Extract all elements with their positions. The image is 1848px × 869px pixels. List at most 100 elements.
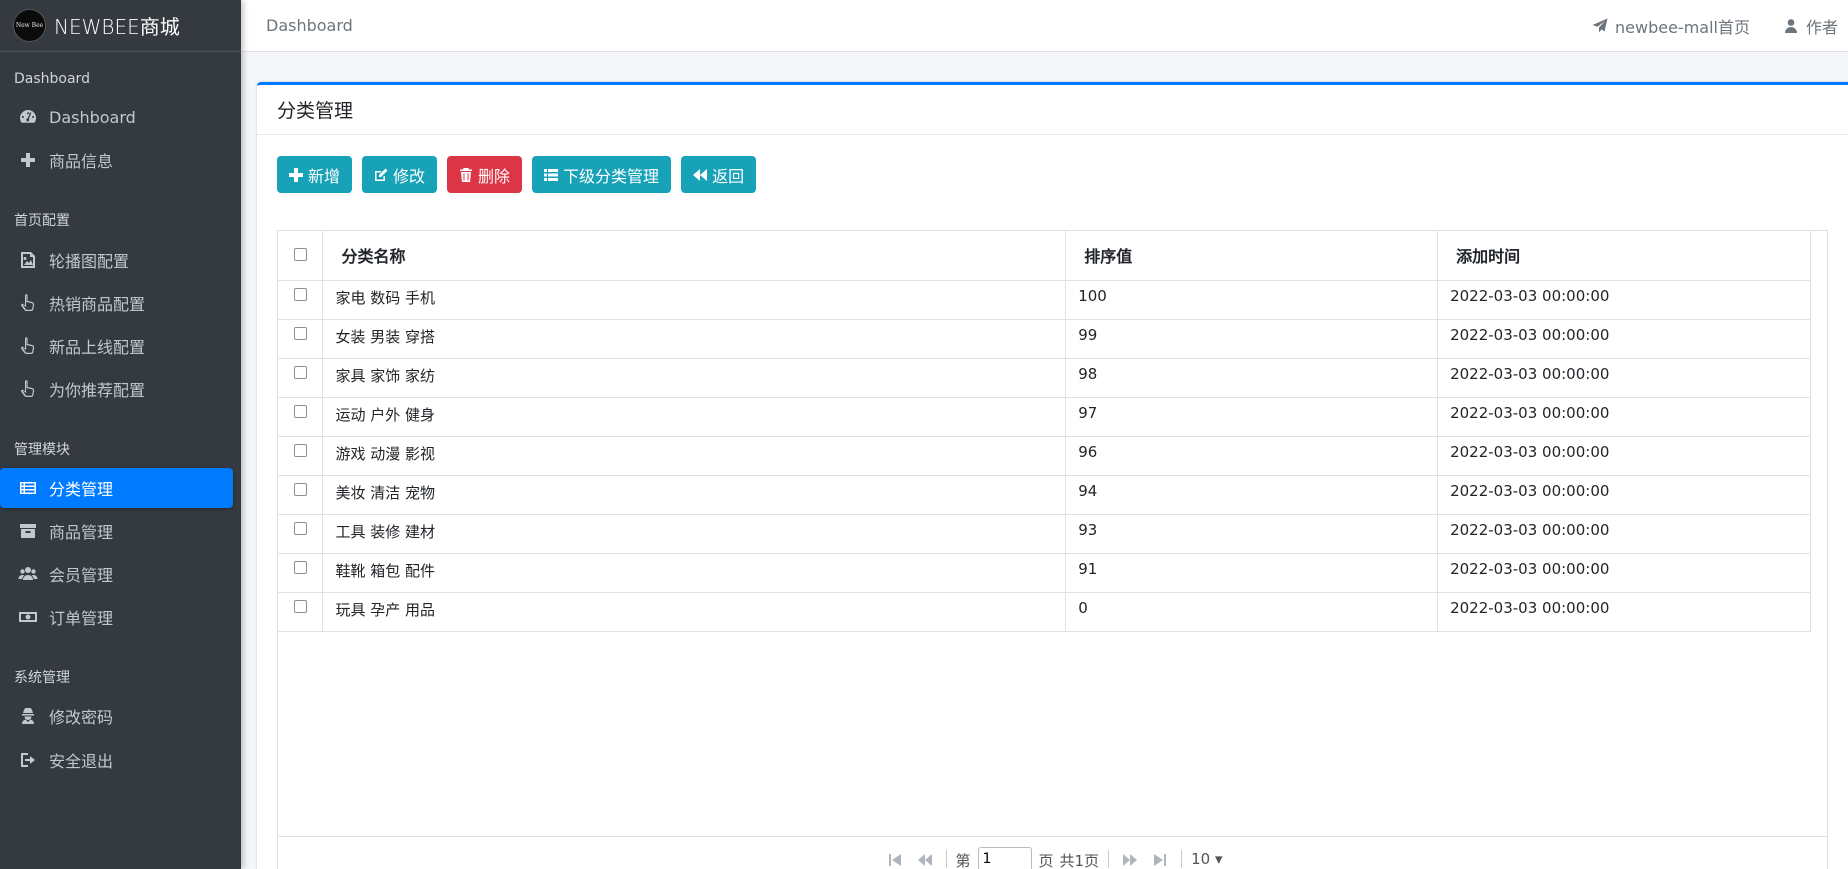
sidebar-item-dashboard[interactable]: Dashboard: [0, 97, 233, 137]
sidebar-item-label: 商品管理: [49, 523, 114, 542]
trash-icon: [460, 167, 473, 182]
select-all-checkbox[interactable]: [293, 247, 307, 261]
cell-sort: 100: [1065, 280, 1439, 320]
sidebar-item-label: Dashboard: [49, 107, 136, 127]
brand-link[interactable]: New Bee NEWBEE商城: [0, 0, 241, 52]
cell-name: 女装 男装 穿搭: [322, 319, 1067, 359]
row-checkbox[interactable]: [293, 326, 307, 340]
table-row[interactable]: 家具 家饰 家纺 98 2022-03-03 00:00:00: [278, 358, 1811, 398]
cell-sort: 98: [1065, 358, 1439, 398]
sidebar-item-label: 新品上线配置: [49, 338, 146, 357]
pager-separator: [945, 850, 947, 868]
row-checkbox[interactable]: [293, 599, 307, 613]
cell-name: 家具 家饰 家纺: [322, 358, 1067, 398]
top-dashboard-link[interactable]: Dashboard: [266, 16, 353, 35]
list-icon: [17, 477, 39, 499]
table-row[interactable]: 工具 装修 建材 93 2022-03-03 00:00:00: [278, 514, 1811, 554]
cell-sort: 94: [1065, 475, 1439, 515]
pointer-hand-icon: [17, 378, 39, 400]
top-right-links: newbee-mall首页 作者: [1592, 14, 1848, 38]
sidebar-item-logout[interactable]: 安全退出: [0, 740, 233, 780]
row-checkbox[interactable]: [293, 443, 307, 457]
column-header-sort[interactable]: 排序值: [1065, 231, 1439, 281]
sidebar-item-hot-goods-config[interactable]: 热销商品配置: [0, 283, 233, 323]
row-checkbox[interactable]: [293, 404, 307, 418]
back-button-label: 返回: [712, 166, 745, 186]
pointer-hand-icon: [17, 335, 39, 357]
row-checkbox[interactable]: [293, 482, 307, 496]
row-checkbox[interactable]: [293, 521, 307, 535]
sidebar-item-recommend-config[interactable]: 为你推荐配置: [0, 369, 233, 409]
sign-out-icon: [17, 749, 39, 771]
cell-time: 2022-03-03 00:00:00: [1437, 358, 1811, 398]
backward-icon: [693, 168, 708, 181]
sidebar-item-change-password[interactable]: 修改密码: [0, 696, 233, 736]
list-icon: [544, 168, 559, 181]
cell-time: 2022-03-03 00:00:00: [1437, 397, 1811, 437]
delete-button[interactable]: 删除: [447, 156, 523, 193]
subcategory-button[interactable]: 下级分类管理: [532, 156, 672, 193]
row-checkbox[interactable]: [293, 287, 307, 301]
add-button-label: 新增: [308, 166, 341, 186]
edit-button[interactable]: 修改: [362, 156, 438, 193]
user-icon: [1784, 18, 1797, 33]
sidebar-item-label: 商品信息: [49, 152, 114, 171]
add-button[interactable]: 新增: [277, 156, 353, 193]
table-header-row: 分类名称 排序值 添加时间: [278, 231, 1811, 281]
table-row[interactable]: 鞋靴 箱包 配件 91 2022-03-03 00:00:00: [278, 553, 1811, 593]
sidebar-item-category-management[interactable]: 分类管理: [0, 468, 233, 508]
category-grid: 分类名称 排序值 添加时间 家电 数码 手机 100 2022-03-03 00…: [277, 230, 1828, 869]
plus-icon: [17, 149, 39, 171]
sidebar-item-product-info[interactable]: 商品信息: [0, 140, 233, 180]
page-number-input[interactable]: [977, 847, 1032, 869]
sidebar-item-new-goods-config[interactable]: 新品上线配置: [0, 326, 233, 366]
author-label: 作者: [1805, 17, 1838, 37]
sidebar-item-order-management[interactable]: 订单管理: [0, 597, 233, 637]
cell-name: 运动 户外 健身: [322, 397, 1067, 437]
select-all-cell: [278, 231, 324, 281]
edit-button-label: 修改: [393, 166, 426, 186]
row-checkbox-cell: [278, 358, 324, 398]
nav-header-dashboard: Dashboard: [14, 71, 90, 87]
sidebar-item-label: 为你推荐配置: [49, 381, 146, 400]
cell-sort: 93: [1065, 514, 1439, 554]
column-header-time[interactable]: 添加时间: [1437, 231, 1811, 281]
first-page-icon[interactable]: [888, 853, 902, 867]
pointer-hand-icon: [17, 292, 39, 314]
column-header-name[interactable]: 分类名称: [322, 231, 1067, 281]
sidebar-item-carousel-config[interactable]: 轮播图配置: [0, 240, 233, 280]
table-row[interactable]: 美妆 清洁 宠物 94 2022-03-03 00:00:00: [278, 475, 1811, 515]
plus-icon: [289, 167, 303, 182]
table-row[interactable]: 运动 户外 健身 97 2022-03-03 00:00:00: [278, 397, 1811, 437]
row-checkbox[interactable]: [293, 365, 307, 379]
table-row[interactable]: 游戏 动漫 影视 96 2022-03-03 00:00:00: [278, 436, 1811, 476]
row-checkbox-cell: [278, 319, 324, 359]
table-row[interactable]: 女装 男装 穿搭 99 2022-03-03 00:00:00: [278, 319, 1811, 359]
table-row[interactable]: 家电 数码 手机 100 2022-03-03 00:00:00: [278, 280, 1811, 320]
row-checkbox-cell: [278, 397, 324, 437]
sidebar: New Bee NEWBEE商城 Dashboard Dashboard 商品信…: [0, 0, 241, 869]
sidebar-item-label: 修改密码: [49, 708, 114, 727]
pager: 第 页 共1页 10 ▾: [278, 836, 1827, 869]
cell-name: 玩具 孕产 用品: [322, 592, 1067, 632]
users-icon: [17, 563, 39, 585]
last-page-icon[interactable]: [1153, 853, 1167, 867]
cell-time: 2022-03-03 00:00:00: [1437, 436, 1811, 476]
row-checkbox[interactable]: [293, 560, 307, 574]
sidebar-item-label: 轮播图配置: [49, 252, 130, 271]
sidebar-item-label: 会员管理: [49, 566, 114, 585]
author-link[interactable]: 作者: [1783, 14, 1838, 38]
brand-title: NEWBEE商城: [54, 15, 180, 39]
mall-home-link[interactable]: newbee-mall首页: [1592, 14, 1750, 38]
cell-time: 2022-03-03 00:00:00: [1437, 553, 1811, 593]
prev-page-icon[interactable]: [917, 853, 932, 867]
page-size-select[interactable]: 10 ▾: [1191, 850, 1222, 868]
sidebar-item-member-management[interactable]: 会员管理: [0, 554, 233, 594]
row-checkbox-cell: [278, 553, 324, 593]
table-row[interactable]: 玩具 孕产 用品 0 2022-03-03 00:00:00: [278, 592, 1811, 632]
back-button[interactable]: 返回: [681, 156, 757, 193]
row-checkbox-cell: [278, 436, 324, 476]
nav-header-home-config: 首页配置: [14, 213, 70, 229]
next-page-icon[interactable]: [1123, 853, 1138, 867]
sidebar-item-goods-management[interactable]: 商品管理: [0, 511, 233, 551]
